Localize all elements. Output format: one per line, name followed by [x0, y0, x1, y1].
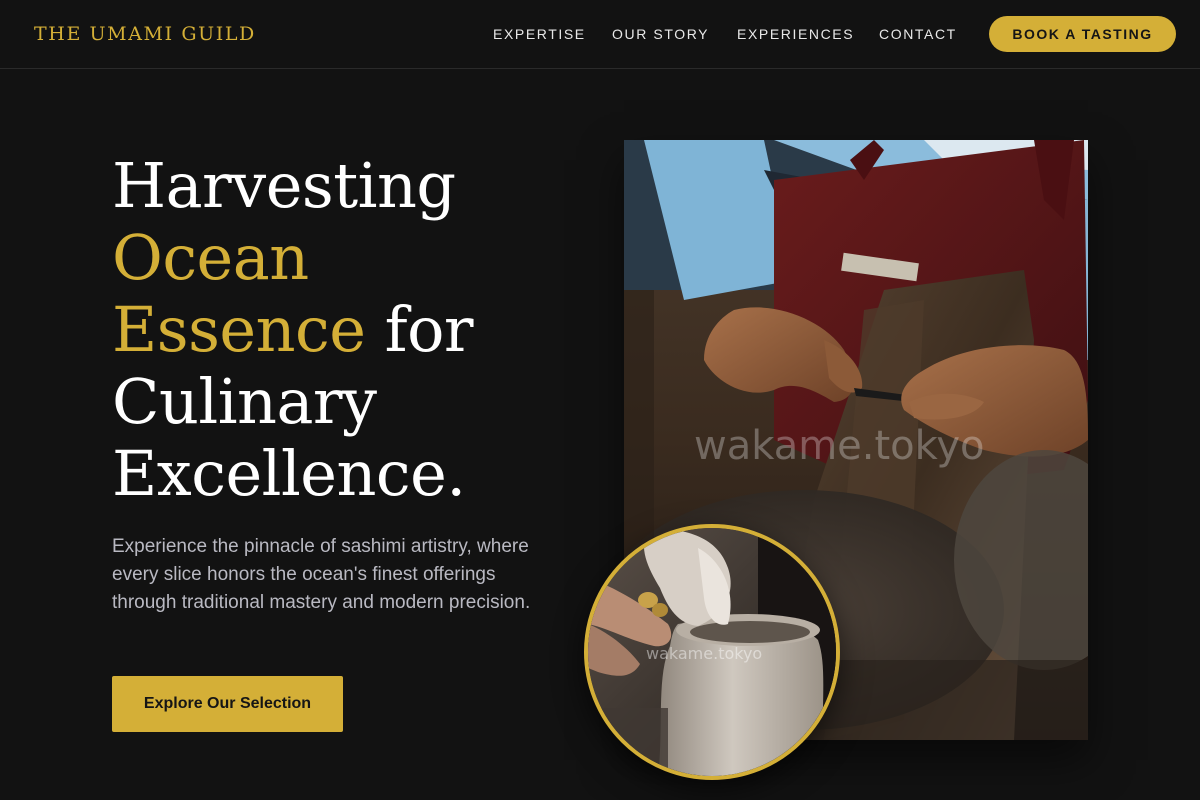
nav-link-experiences[interactable]: EXPERIENCES — [737, 24, 854, 44]
main-photo-watermark: wakame.tokyo — [694, 423, 985, 469]
hero-title-highlight: Essence — [112, 293, 366, 366]
book-tasting-button[interactable]: BOOK A TASTING — [989, 16, 1176, 52]
hero-title-line-5: Excellence. — [112, 437, 466, 510]
hero-title-line-1: Harvesting — [112, 149, 456, 222]
explore-selection-button[interactable]: Explore Our Selection — [112, 676, 343, 732]
hero-title-line-3: Essence for — [112, 294, 572, 366]
nav-link-expertise[interactable]: EXPERTISE — [493, 24, 586, 44]
brand-logo[interactable]: THE UMAMI GUILD — [34, 22, 256, 46]
hero-title-line-3-rest: for — [365, 293, 474, 366]
pottery-hands-photo: wakame.tokyo — [584, 524, 840, 780]
hero-title-line-2: Ocean — [112, 221, 309, 294]
hero-title: Harvesting Ocean Essence for Culinary Ex… — [112, 150, 572, 510]
hero-title-line-4: Culinary — [112, 365, 377, 438]
circle-photo-watermark: wakame.tokyo — [646, 644, 763, 663]
site-header: THE UMAMI GUILD EXPERTISE OUR STORY EXPE… — [0, 0, 1200, 69]
hero-description: Experience the pinnacle of sashimi artis… — [112, 536, 531, 613]
nav-link-our-story[interactable]: OUR STORY — [612, 24, 709, 44]
nav-link-contact[interactable]: CONTACT — [879, 24, 957, 44]
